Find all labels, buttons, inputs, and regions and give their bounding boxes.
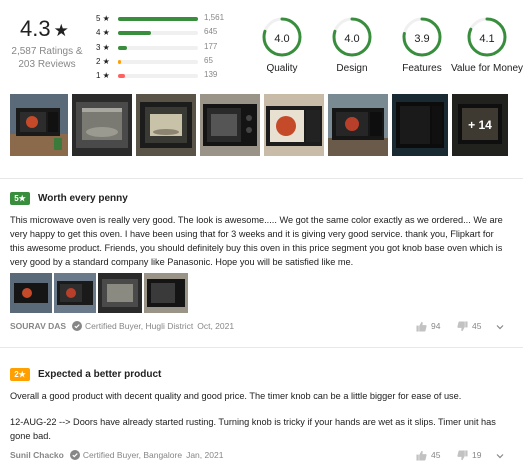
rating-bar-count: 65 <box>204 55 213 65</box>
rating-bar-2[interactable]: 2 ★ 65 <box>96 56 236 70</box>
rating-bar-fill <box>118 45 128 50</box>
certified-buyer-text: Certified Buyer, Hugli District <box>85 321 194 331</box>
star-icon: ★ <box>53 21 69 40</box>
divider <box>0 347 523 348</box>
rating-bar-count: 177 <box>204 41 218 51</box>
dislike-count: 19 <box>472 450 482 460</box>
review-image[interactable] <box>54 273 96 313</box>
more-photos-tile[interactable]: + 14 <box>452 94 508 156</box>
customer-photo[interactable] <box>392 94 448 156</box>
rating-bar-5[interactable]: 5 ★ 1,561 <box>96 13 236 27</box>
thumbs-up-icon <box>416 321 427 332</box>
thumbs-down-icon <box>457 320 468 331</box>
rating-bar-fill <box>118 74 126 79</box>
thumbs-down-icon <box>457 449 468 460</box>
rating-bar-4[interactable]: 4 ★ 645 <box>96 27 236 41</box>
review-text: Overall a good product with decent quali… <box>10 391 462 401</box>
review-text-update: 12-AUG-22 --> Doors have already started… <box>10 417 496 441</box>
rating-bar-track <box>118 45 198 50</box>
reviews-count: 203 Reviews <box>18 59 76 70</box>
review-date: Jan, 2021 <box>186 450 224 460</box>
review-title: Expected a better product <box>38 369 162 380</box>
dislike-count: 45 <box>472 321 482 331</box>
rating-bar-3[interactable]: 3 ★ 177 <box>96 42 236 56</box>
like-count: 45 <box>431 450 441 460</box>
verified-check-icon <box>72 321 83 331</box>
reviewer-name: SOURAV DAS <box>10 321 67 331</box>
rating-bar-count: 139 <box>204 70 218 80</box>
review-image[interactable] <box>144 273 188 313</box>
customer-photo[interactable] <box>264 94 324 156</box>
gauge-label: Design <box>336 63 368 74</box>
rating-bar-track <box>118 31 198 36</box>
review-meta: Sunil Chacko Certified Buyer, Bangalore … <box>10 449 223 461</box>
rating-bar-fill <box>118 31 152 36</box>
certified-buyer: Certified Buyer, Hugli District <box>72 321 193 331</box>
gauge-label: Quality <box>266 63 298 74</box>
overall-rating: 4.3 ★ <box>20 16 69 42</box>
overall-rating-value: 4.3 <box>20 16 51 41</box>
rating-bar-track <box>118 17 198 21</box>
gauge-value: 4.0 <box>344 33 360 45</box>
rating-bar-track <box>118 59 198 64</box>
customer-photo[interactable] <box>10 94 68 156</box>
feature-gauge-value-for-money: 4.1 Value for Money <box>444 16 523 74</box>
divider <box>0 178 523 179</box>
like-button[interactable]: 94 <box>416 320 440 332</box>
report-menu-icon[interactable] <box>495 451 505 461</box>
review-date: Oct, 2021 <box>197 321 235 331</box>
feature-gauge-quality: 4.0 Quality <box>244 16 320 74</box>
gauge-label: Value for Money <box>450 63 523 74</box>
review-text: This microwave oven is really very good.… <box>10 215 503 267</box>
customer-photo[interactable] <box>136 94 196 156</box>
rating-bar-fill <box>118 59 122 64</box>
rating-bar-count: 645 <box>204 27 218 37</box>
rating-bar-label: 5 ★ <box>96 14 110 23</box>
review-title: Worth every penny <box>38 193 128 204</box>
rating-summary: 4.3 ★ 2,587 Ratings & 203 Reviews 5 ★ 1,5… <box>0 0 523 90</box>
like-button[interactable]: 45 <box>416 449 440 461</box>
review-image[interactable] <box>10 273 52 313</box>
review-meta: SOURAV DAS Certified Buyer, Hugli Distri… <box>10 320 234 332</box>
more-photos-count: + 14 <box>452 94 508 156</box>
certified-buyer-text: Certified Buyer, Bangalore <box>82 450 183 460</box>
gauge-value: 4.0 <box>274 33 290 45</box>
report-menu-icon[interactable] <box>495 322 505 332</box>
rating-bar-label: 1 ★ <box>96 71 110 81</box>
dislike-button[interactable]: 19 <box>457 449 481 461</box>
rating-bar-track <box>118 74 198 79</box>
rating-badge: 5★ <box>10 192 30 205</box>
rating-bar-label: 4 ★ <box>96 28 110 38</box>
reviewer-name: Sunil Chacko <box>10 450 64 460</box>
certified-buyer: Certified Buyer, Bangalore <box>69 450 183 460</box>
customer-photo[interactable] <box>328 94 388 156</box>
rating-bar-count: 1,561 <box>204 13 225 22</box>
rating-bar-fill <box>118 17 198 21</box>
feature-gauge-design: 4.0 Design <box>314 16 390 74</box>
ratings-count: 2,587 Ratings & <box>11 46 83 57</box>
gauge-value: 4.1 <box>479 33 495 45</box>
rating-bar-label: 3 ★ <box>96 42 110 52</box>
ratings-reviews-count: 2,587 Ratings & 203 Reviews <box>8 45 86 71</box>
thumbs-up-icon <box>416 450 427 461</box>
customer-photo[interactable] <box>200 94 260 156</box>
rating-breakdown: 5 ★ 1,561 4 ★ 645 3 ★ 177 2 ★ 65 1 ★ 139 <box>96 13 236 84</box>
review-image[interactable] <box>98 273 142 313</box>
dislike-button[interactable]: 45 <box>457 320 481 332</box>
verified-check-icon <box>69 450 80 460</box>
rating-badge: 2★ <box>10 368 30 381</box>
rating-bar-1[interactable]: 1 ★ 139 <box>96 70 236 84</box>
customer-photo[interactable] <box>72 94 132 156</box>
like-count: 94 <box>431 321 441 331</box>
rating-bar-label: 2 ★ <box>96 56 110 66</box>
